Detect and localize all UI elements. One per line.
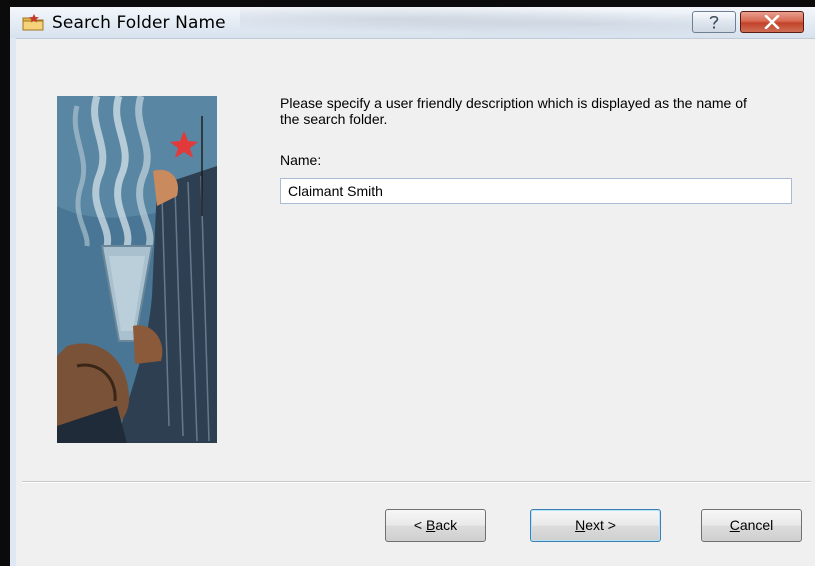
- back-button[interactable]: < Back: [385, 509, 486, 542]
- back-button-prefix: <: [413, 517, 426, 533]
- button-separator: [22, 481, 811, 483]
- window-title: Search Folder Name: [52, 13, 226, 33]
- help-question-icon: [709, 15, 719, 29]
- next-button[interactable]: Next >: [530, 509, 661, 542]
- cancel-button[interactable]: Cancel: [701, 509, 802, 542]
- wizard-illustration: [57, 96, 217, 443]
- name-input[interactable]: [280, 178, 792, 204]
- cancel-button-label: ancel: [739, 517, 774, 533]
- title-bar[interactable]: Search Folder Name: [10, 7, 815, 38]
- name-label: Name:: [280, 152, 322, 168]
- description-text: Please specify a user friendly descripti…: [280, 95, 747, 127]
- next-button-label: ext >: [585, 517, 616, 533]
- dialog-window: Search Folder Name Please specify a user…: [0, 0, 815, 566]
- dialog-content: Please specify a user friendly descripti…: [16, 38, 815, 566]
- back-button-mnemonic: B: [425, 517, 436, 533]
- close-x-icon: [764, 15, 780, 29]
- close-button[interactable]: [740, 11, 804, 33]
- help-button[interactable]: [692, 11, 736, 33]
- next-button-mnemonic: N: [575, 517, 586, 533]
- title-bar-background: [240, 7, 710, 35]
- back-button-label: ack: [435, 517, 458, 533]
- search-folder-icon: [22, 14, 44, 31]
- cancel-button-mnemonic: C: [729, 517, 740, 533]
